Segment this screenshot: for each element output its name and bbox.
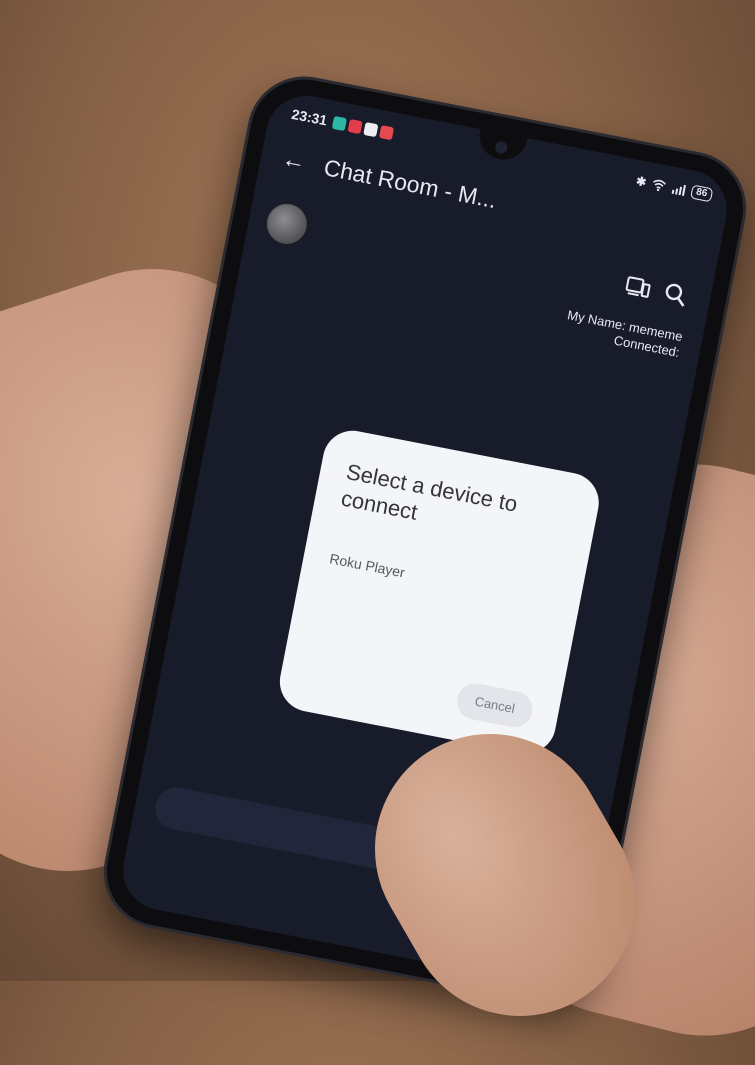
app-notification-icon <box>331 115 347 131</box>
back-arrow-icon[interactable]: ← <box>276 143 311 178</box>
app-notification-icon <box>363 121 379 137</box>
status-time: 23:31 <box>290 105 329 129</box>
device-select-dialog: Select a device to connect Roku Player C… <box>274 425 604 759</box>
dialog-title: Select a device to connect <box>339 459 520 525</box>
page-title: Chat Room - M... <box>321 154 499 214</box>
avatar[interactable] <box>263 200 311 248</box>
status-right: ✱ 86 <box>634 173 714 203</box>
bluetooth-icon: ✱ <box>634 173 648 190</box>
wifi-icon <box>652 179 666 192</box>
battery-icon: 86 <box>689 184 714 203</box>
app-notification-icon <box>347 118 363 134</box>
app-notification-icon <box>378 124 395 140</box>
device-item-roku-player[interactable]: Roku Player <box>328 550 406 580</box>
signal-icon <box>671 184 686 197</box>
connection-info: My Name: mememe Connected: <box>563 307 684 361</box>
search-icon[interactable] <box>660 279 690 309</box>
cast-icon[interactable] <box>623 272 653 302</box>
cancel-button[interactable]: Cancel <box>453 680 536 731</box>
